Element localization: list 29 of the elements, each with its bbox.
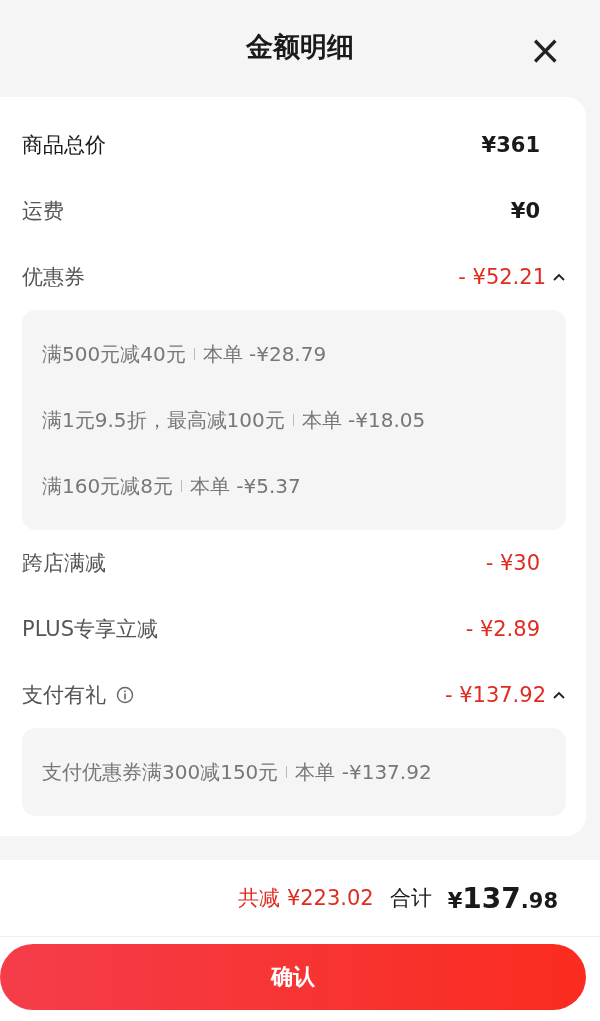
dialog-title: 金额明细 [246,29,354,64]
close-button[interactable]: × [528,30,562,70]
confirm-button[interactable]: 确认 [0,944,586,1010]
caret-icon[interactable] [552,690,566,700]
coupon-condition: 支付优惠券满300减150元 [42,758,279,786]
saved-total: 共减 ¥223.02 [238,885,374,912]
coupon-condition: 满500元减40元 [42,340,186,368]
coupon-saving: 本单 -¥28.79 [202,340,327,368]
info-icon[interactable] [116,686,134,704]
row-label: 跨店满减 [22,550,106,577]
coupon-saving: 本单 -¥5.37 [189,472,301,500]
coupon-saving: 本单 -¥18.05 [301,406,426,434]
total-amount: ¥137.98 [447,881,558,915]
coupon-condition: 满160元减8元 [42,472,173,500]
amount: - ¥52.21 [458,265,546,289]
row-label: 支付有礼 [22,682,106,709]
total-label: 合计 [389,885,432,912]
row-label: 运费 [22,198,64,225]
amount: - ¥137.92 [444,683,546,707]
row-label: 优惠券 [22,264,85,291]
amount: ¥361 [481,133,540,157]
coupon-condition: 满1元9.5折，最高减100元 [42,406,285,434]
amount: - ¥30 [485,551,540,575]
coupon-saving: 本单 -¥137.92 [295,758,432,786]
caret-icon[interactable] [552,272,566,282]
row-label: PLUS专享立减 [22,616,159,643]
amount: - ¥2.89 [465,617,540,641]
row-label: 商品总价 [22,132,106,159]
amount: ¥0 [510,199,540,223]
